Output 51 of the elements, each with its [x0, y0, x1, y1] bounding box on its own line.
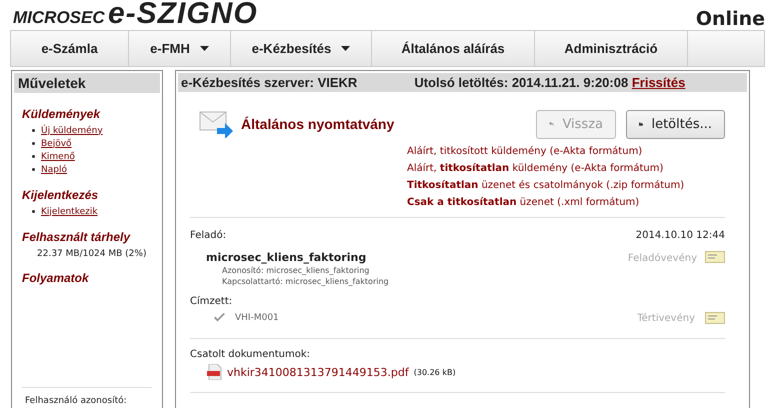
download-option-link[interactable]: Aláírt, titkosítatlan küldemény (e-Akta formátum) — [407, 160, 664, 177]
refresh-link[interactable]: Frissítés — [632, 75, 686, 90]
sidebar-link[interactable]: Kimenő — [41, 152, 75, 162]
sidebar-link[interactable]: Bejövő — [41, 138, 72, 148]
receipt-card-icon — [705, 251, 725, 263]
undo-icon — [549, 119, 554, 129]
sidebar-title: Műveletek — [14, 73, 160, 93]
section-heading: Folyamatok — [22, 271, 90, 285]
user-id-label: Felhasználó azonosító: — [22, 387, 152, 408]
section-heading: Kijelentkezés — [22, 188, 100, 202]
receipt-card-icon — [705, 312, 725, 324]
sidebar-link[interactable]: Kijelentkezik — [41, 206, 98, 216]
recipient-name: VHI-M001 — [235, 312, 279, 322]
caret-icon — [200, 46, 209, 51]
bullet-icon — [32, 129, 35, 132]
attachment-link[interactable]: vhkir3410081313791449153.pdf — [227, 366, 409, 378]
file-size: (30.26 kB) — [414, 368, 456, 376]
download-option-link[interactable]: Aláírt, titkosított küldemény (e-Akta formátum) — [407, 143, 642, 160]
nav-tab[interactable]: Adminisztráció — [535, 31, 688, 66]
section-heading: Küldemények — [22, 107, 102, 121]
nav-tab[interactable]: e-Számla — [11, 31, 129, 66]
sender-name: microsec_kliens_faktoring — [206, 251, 368, 264]
status-label: Online — [696, 10, 765, 29]
nav-tab[interactable]: e-Kézbesítés — [231, 31, 372, 66]
storage-text: 22.37 MB/1024 MB (2%) — [36, 248, 148, 259]
sidebar-link[interactable]: Napló — [41, 164, 67, 174]
logo: MICROSEC e-SZIGNO — [13, 0, 258, 29]
bullet-icon — [32, 155, 35, 158]
server-label: e-Kézbesítés szerver: VIEKR — [181, 75, 358, 90]
sidebar-link[interactable]: Új küldemény — [41, 126, 103, 136]
nav-tab[interactable]: Általános aláírás — [372, 31, 535, 66]
download-option-link[interactable]: Csak a titkosítatlan üzenet (.xml formátum) — [407, 194, 640, 211]
section-heading: Felhasznált tárhely — [22, 230, 132, 244]
sender-contact: Kapcsolattartó: microsec_kliens_faktoring — [221, 277, 389, 286]
recipient-label: Címzett: — [190, 296, 234, 307]
nav-tab[interactable]: e-FMH — [129, 31, 231, 66]
envelope-arrow-icon — [199, 110, 233, 138]
pdf-file-icon — [207, 364, 222, 380]
attachments-label: Csatolt dokumentumok: — [190, 349, 312, 360]
download-option-link[interactable]: Titkosítatlan üzenet és csatolmányok (.zip formátum) — [407, 177, 684, 194]
last-download-label: Utolsó letöltés: 2014.11.21. 9:20:08 — [414, 75, 628, 90]
bullet-icon — [32, 168, 35, 171]
sender-id: Azonosító: microsec_kliens_faktoring — [221, 266, 370, 275]
bullet-icon — [32, 142, 35, 145]
sender-label: Feladó: — [190, 230, 226, 241]
check-icon — [214, 313, 225, 322]
date-text: 2014.10.10 12:44 — [636, 230, 725, 241]
message-title: Általános nyomtatvány — [241, 116, 394, 132]
bullet-icon — [32, 210, 35, 213]
caret-icon — [341, 46, 350, 51]
download-button[interactable]: letöltés... — [626, 110, 725, 138]
